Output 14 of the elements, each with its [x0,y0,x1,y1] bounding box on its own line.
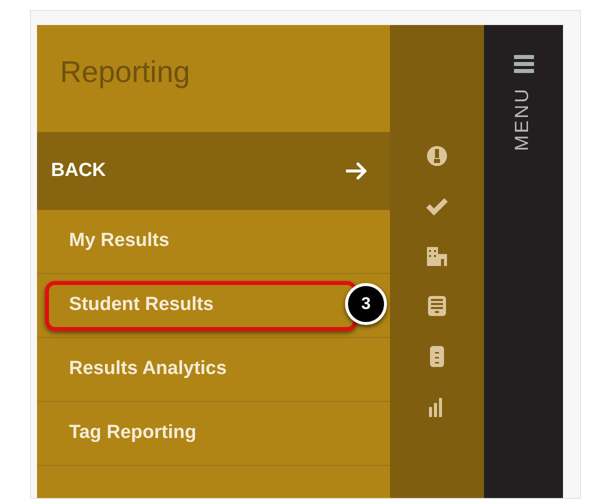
building-icon[interactable] [426,245,448,267]
menu-label[interactable]: MENU [509,87,538,151]
menu-item[interactable]: Student Results [45,280,357,330]
back-button[interactable]: BACK [37,132,390,210]
panel-title: Reporting [60,56,190,89]
menu-item[interactable]: Tag Reporting [45,408,357,458]
menu-item[interactable]: My Results [45,216,357,266]
menu-item[interactable]: Results Analytics [45,344,357,394]
drawer-icon[interactable] [426,295,448,317]
check-icon[interactable] [426,195,448,217]
arrow-right-icon [346,162,368,180]
menu-icon[interactable] [514,55,534,73]
bulb-icon[interactable] [426,145,448,167]
step-badge: 3 [345,283,387,325]
